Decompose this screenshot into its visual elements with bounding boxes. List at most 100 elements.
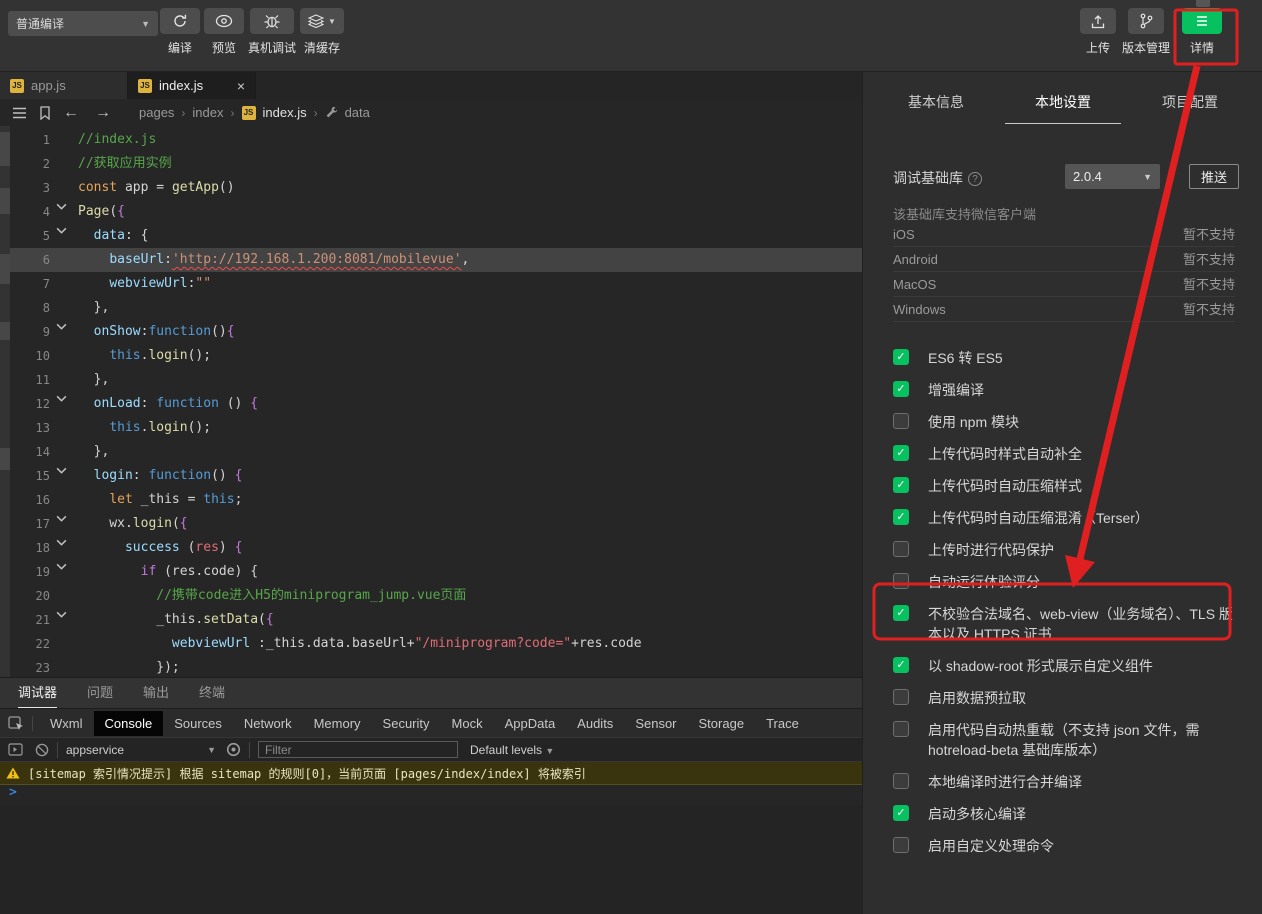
code-line[interactable]: 5 data: { — [0, 224, 862, 248]
settings-option[interactable]: ✓启动多核心编译 — [893, 804, 1245, 824]
code-editor[interactable]: 1//index.js2//获取应用实例3const app = getApp(… — [0, 126, 862, 677]
devtools-tab-wxml[interactable]: Wxml — [39, 711, 94, 736]
code-line[interactable]: 12 onLoad: function () { — [0, 392, 862, 416]
devtools-tab-memory[interactable]: Memory — [303, 711, 372, 736]
debugger-tab-问题[interactable]: 问题 — [87, 678, 113, 709]
help-icon[interactable]: ? — [968, 172, 982, 186]
settings-option[interactable]: 上传时进行代码保护 — [893, 540, 1245, 560]
file-tab[interactable]: JSapp.js — [0, 72, 128, 99]
checkbox-unchecked-icon[interactable] — [893, 773, 909, 789]
checkbox-unchecked-icon[interactable] — [893, 689, 909, 705]
checkbox-checked-icon[interactable]: ✓ — [893, 349, 909, 365]
checkbox-unchecked-icon[interactable] — [893, 837, 909, 853]
settings-option[interactable]: 本地编译时进行合并编译 — [893, 772, 1245, 792]
device-debug-button[interactable] — [250, 8, 294, 34]
bookmark-icon[interactable] — [39, 106, 51, 120]
settings-option[interactable]: ✓上传代码时自动压缩样式 — [893, 476, 1245, 496]
live-expression-icon[interactable] — [226, 742, 241, 757]
devtools-tab-trace[interactable]: Trace — [755, 711, 810, 736]
devtools-tab-mock[interactable]: Mock — [441, 711, 494, 736]
settings-option[interactable]: ✓增强编译 — [893, 380, 1245, 400]
code-line[interactable]: 16 let _this = this; — [0, 488, 862, 512]
fold-chevron-icon[interactable] — [56, 201, 67, 212]
breadcrumb-item-current[interactable]: index.js — [263, 105, 307, 120]
fold-chevron-icon[interactable] — [56, 321, 67, 332]
library-version-select[interactable]: 2.0.4 ▼ — [1065, 164, 1160, 189]
code-line[interactable]: 21 _this.setData({ — [0, 608, 862, 632]
fold-chevron-icon[interactable] — [56, 561, 67, 572]
devtools-tab-appdata[interactable]: AppData — [494, 711, 567, 736]
debugger-tab-终端[interactable]: 终端 — [199, 678, 225, 709]
fold-chevron-icon[interactable] — [56, 225, 67, 236]
checkbox-checked-icon[interactable]: ✓ — [893, 657, 909, 673]
checkbox-unchecked-icon[interactable] — [893, 721, 909, 737]
checkbox-unchecked-icon[interactable] — [893, 573, 909, 589]
version-control-button[interactable] — [1128, 8, 1164, 34]
code-line[interactable]: 7 webviewUrl:"" — [0, 272, 862, 296]
console-output-area[interactable] — [0, 805, 862, 914]
file-tab[interactable]: JSindex.js× — [128, 72, 256, 99]
settings-option[interactable]: 使用 npm 模块 — [893, 412, 1245, 432]
console-prompt[interactable]: > — [0, 785, 862, 805]
push-button[interactable]: 推送 — [1189, 164, 1239, 189]
settings-option[interactable]: 启用代码自动热重载（不支持 json 文件，需 hotreload-beta 基… — [893, 720, 1245, 760]
code-line[interactable]: 2//获取应用实例 — [0, 152, 862, 176]
devtools-tab-security[interactable]: Security — [372, 711, 441, 736]
nav-forward-icon[interactable]: → — [95, 104, 111, 122]
code-line[interactable]: 20 //携带code进入H5的miniprogram_jump.vue页面 — [0, 584, 862, 608]
fold-chevron-icon[interactable] — [56, 393, 67, 404]
devtools-tab-network[interactable]: Network — [233, 711, 303, 736]
code-line[interactable]: 10 this.login(); — [0, 344, 862, 368]
devtools-tab-sensor[interactable]: Sensor — [624, 711, 687, 736]
nav-back-icon[interactable]: ← — [63, 104, 79, 122]
context-selector[interactable]: appservice ▼ — [66, 743, 216, 757]
settings-option[interactable]: ✓以 shadow-root 形式展示自定义组件 — [893, 656, 1245, 676]
panel-tab-本地设置[interactable]: 本地设置 — [1035, 92, 1091, 124]
checkbox-checked-icon[interactable]: ✓ — [893, 477, 909, 493]
inspect-element-icon[interactable] — [8, 716, 33, 731]
settings-option[interactable]: 启用数据预拉取 — [893, 688, 1245, 708]
preview-button[interactable] — [204, 8, 244, 34]
code-line[interactable]: 23 }); — [0, 656, 862, 677]
checkbox-checked-icon[interactable]: ✓ — [893, 509, 909, 525]
debugger-tab-输出[interactable]: 输出 — [143, 678, 169, 709]
details-button[interactable] — [1182, 8, 1222, 34]
code-line[interactable]: 18 success (res) { — [0, 536, 862, 560]
fold-chevron-icon[interactable] — [56, 537, 67, 548]
devtools-tab-console[interactable]: Console — [94, 711, 164, 736]
checkbox-unchecked-icon[interactable] — [893, 413, 909, 429]
checkbox-checked-icon[interactable]: ✓ — [893, 445, 909, 461]
console-filter-input[interactable] — [258, 741, 458, 758]
show-sidebar-icon[interactable] — [8, 743, 23, 756]
breadcrumb-item[interactable]: pages — [139, 105, 174, 120]
devtools-tab-audits[interactable]: Audits — [566, 711, 624, 736]
breadcrumb-item[interactable]: data — [345, 105, 370, 120]
code-line[interactable]: 14 }, — [0, 440, 862, 464]
code-line[interactable]: 3const app = getApp() — [0, 176, 862, 200]
devtools-tab-sources[interactable]: Sources — [163, 711, 233, 736]
console-warning-row[interactable]: [sitemap 索引情况提示] 根据 sitemap 的规则[0]，当前页面 … — [0, 762, 862, 785]
compile-mode-select[interactable]: 普通编译 ▼ — [8, 11, 158, 36]
code-line[interactable]: 6 baseUrl:'http://192.168.1.200:8081/mob… — [0, 248, 862, 272]
code-line[interactable]: 13 this.login(); — [0, 416, 862, 440]
debugger-tab-调试器[interactable]: 调试器 — [18, 678, 57, 709]
settings-option[interactable]: 启用自定义处理命令 — [893, 836, 1245, 856]
compile-button[interactable] — [160, 8, 200, 34]
checkbox-checked-icon[interactable]: ✓ — [893, 805, 909, 821]
close-icon[interactable]: × — [237, 78, 245, 94]
clear-console-icon[interactable] — [35, 743, 49, 757]
code-line[interactable]: 9 onShow:function(){ — [0, 320, 862, 344]
settings-option[interactable]: ✓ES6 转 ES5 — [893, 348, 1245, 368]
panel-tab-项目配置[interactable]: 项目配置 — [1162, 92, 1218, 124]
code-line[interactable]: 4Page({ — [0, 200, 862, 224]
upload-button[interactable] — [1080, 8, 1116, 34]
code-line[interactable]: 1//index.js — [0, 128, 862, 152]
code-line[interactable]: 22 webviewUrl :_this.data.baseUrl+"/mini… — [0, 632, 862, 656]
settings-option[interactable]: ✓上传代码时自动压缩混淆（Terser） — [893, 508, 1245, 528]
outline-icon[interactable] — [12, 107, 27, 119]
code-line[interactable]: 8 }, — [0, 296, 862, 320]
fold-chevron-icon[interactable] — [56, 513, 67, 524]
settings-option[interactable]: ✓上传代码时样式自动补全 — [893, 444, 1245, 464]
code-line[interactable]: 17 wx.login({ — [0, 512, 862, 536]
fold-chevron-icon[interactable] — [56, 465, 67, 476]
